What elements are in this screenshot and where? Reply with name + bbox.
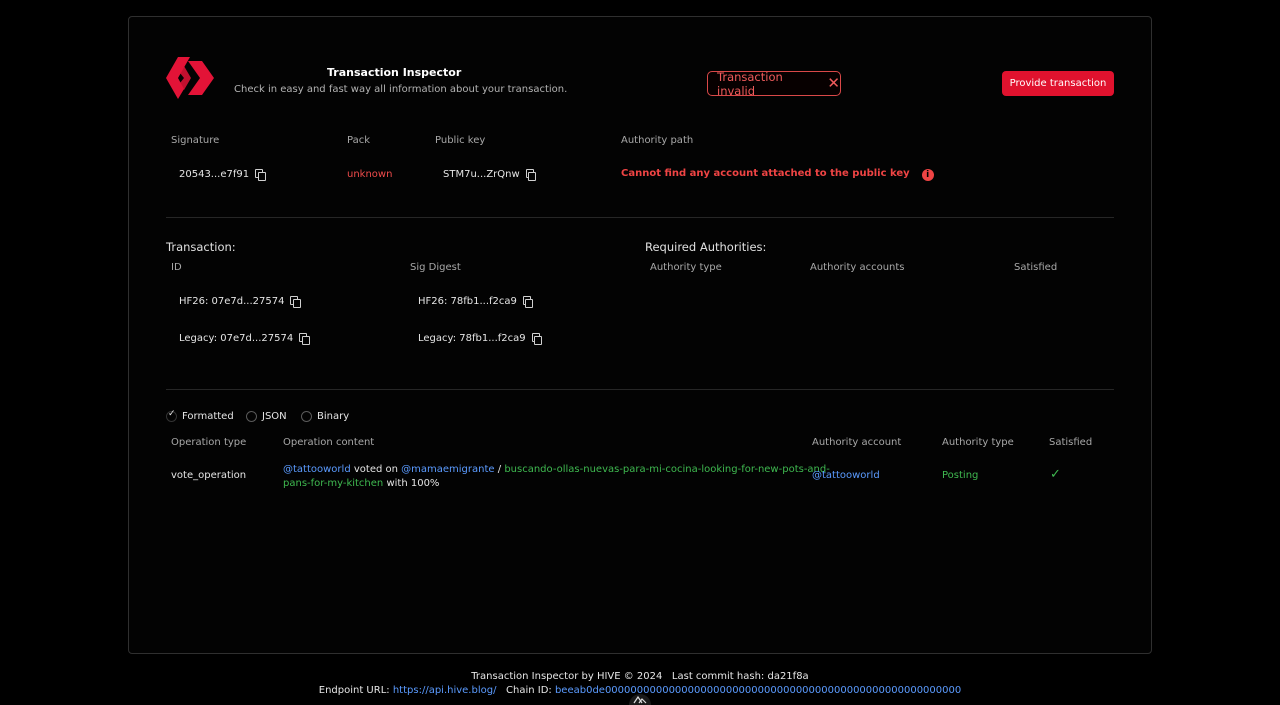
operation-type: vote_operation xyxy=(171,470,247,481)
signature-cell: 20543...e7f91 xyxy=(179,169,266,181)
vote-weight: with 100% xyxy=(386,477,440,489)
radio-binary[interactable] xyxy=(301,411,312,422)
digest-hf26-cell: HF26: 78fb1...f2ca9 xyxy=(418,296,534,308)
authority-account-link[interactable]: @tattooworld xyxy=(812,470,880,481)
copy-icon[interactable] xyxy=(531,333,543,345)
check-icon: ✓ xyxy=(168,409,176,419)
copy-icon[interactable] xyxy=(299,333,310,345)
radio-binary-label[interactable]: Binary xyxy=(317,411,349,422)
status-badge: Transaction invalid ✕ xyxy=(707,69,841,98)
hive-logo-icon xyxy=(166,57,214,99)
copy-icon[interactable] xyxy=(525,169,537,181)
col-operation-content: Operation content xyxy=(283,437,375,448)
info-icon[interactable]: i xyxy=(921,169,934,181)
col-operation-type: Operation type xyxy=(171,437,247,448)
id-hf26-cell: HF26: 07e7d...27574 xyxy=(179,296,301,308)
permlink-link-part2[interactable]: pans-for-my-kitchen xyxy=(283,478,383,489)
radio-json-label[interactable]: JSON xyxy=(262,411,287,422)
col-pack: Pack xyxy=(347,135,370,146)
col-op-satisfied: Satisfied xyxy=(1049,437,1093,448)
page-title: Transaction Inspector xyxy=(327,66,462,79)
voted-on-text: voted on xyxy=(353,464,398,475)
copy-icon[interactable] xyxy=(290,296,301,308)
authority-path-cell: Cannot find any account attached to the … xyxy=(621,168,934,181)
id-hf26-value: HF26: 07e7d...27574 xyxy=(179,296,285,307)
signature-value: 20543...e7f91 xyxy=(179,169,250,180)
col-public-key: Public key xyxy=(435,135,486,146)
radio-json[interactable] xyxy=(246,411,257,422)
endpoint-label: Endpoint URL: xyxy=(318,685,390,696)
id-legacy-cell: Legacy: 07e7d...27574 xyxy=(179,333,310,345)
close-icon[interactable]: ✕ xyxy=(827,76,840,91)
digest-legacy-cell: Legacy: 78fb1...f2ca9 xyxy=(418,333,543,345)
endpoint-link[interactable]: https://api.hive.blog/ xyxy=(393,685,497,696)
public-key-cell: STM7u...ZrQnw xyxy=(443,169,537,181)
divider xyxy=(166,217,1114,218)
public-key-value: STM7u...ZrQnw xyxy=(443,169,520,180)
permlink-link-part1[interactable]: buscando-ollas-nuevas-para-mi-cocina-loo… xyxy=(504,464,830,475)
required-authorities-heading: Required Authorities: xyxy=(645,240,767,254)
authority-path-error: Cannot find any account attached to the … xyxy=(621,168,910,179)
col-authority-accounts: Authority accounts xyxy=(810,262,905,273)
author-link[interactable]: @mamaemigrante xyxy=(401,464,494,475)
divider xyxy=(166,389,1114,390)
digest-legacy-value: Legacy: 78fb1...f2ca9 xyxy=(418,333,526,344)
permlink-separator: / xyxy=(497,464,502,475)
col-signature: Signature xyxy=(171,135,220,146)
provide-transaction-button[interactable]: Provide transaction xyxy=(1002,71,1114,96)
col-satisfied: Satisfied xyxy=(1014,262,1058,273)
copy-icon[interactable] xyxy=(522,296,534,308)
col-authority-account: Authority account xyxy=(812,437,902,448)
satisfied-check-icon: ✓ xyxy=(1050,467,1061,482)
id-legacy-value: Legacy: 07e7d...27574 xyxy=(179,333,294,344)
pack-value: unknown xyxy=(347,169,393,180)
col-sig-digest: Sig Digest xyxy=(410,262,461,273)
radio-formatted-label[interactable]: Formatted xyxy=(182,411,234,422)
digest-hf26-value: HF26: 78fb1...f2ca9 xyxy=(418,296,517,307)
copy-icon[interactable] xyxy=(255,169,266,181)
col-authority-type: Authority type xyxy=(650,262,722,273)
transaction-heading: Transaction: xyxy=(166,240,236,254)
page-subtitle: Check in easy and fast way all informati… xyxy=(234,84,568,95)
col-id: ID xyxy=(171,262,182,273)
operation-content: @tattooworld voted on @mamaemigrante / b… xyxy=(283,463,830,490)
status-badge-label: Transaction invalid xyxy=(717,69,783,98)
chain-id-link[interactable]: beeab0de00000000000000000000000000000000… xyxy=(555,685,961,696)
chain-id-label: Chain ID: xyxy=(506,685,552,696)
authority-type-value: Posting xyxy=(942,470,979,481)
voter-link[interactable]: @tattooworld xyxy=(283,464,351,475)
col-authority-path: Authority path xyxy=(621,135,694,146)
col-op-authority-type: Authority type xyxy=(942,437,1014,448)
scroll-up-icon[interactable] xyxy=(629,692,651,705)
footer-credits: Transaction Inspector by HIVE © 2024 Las… xyxy=(471,671,809,682)
